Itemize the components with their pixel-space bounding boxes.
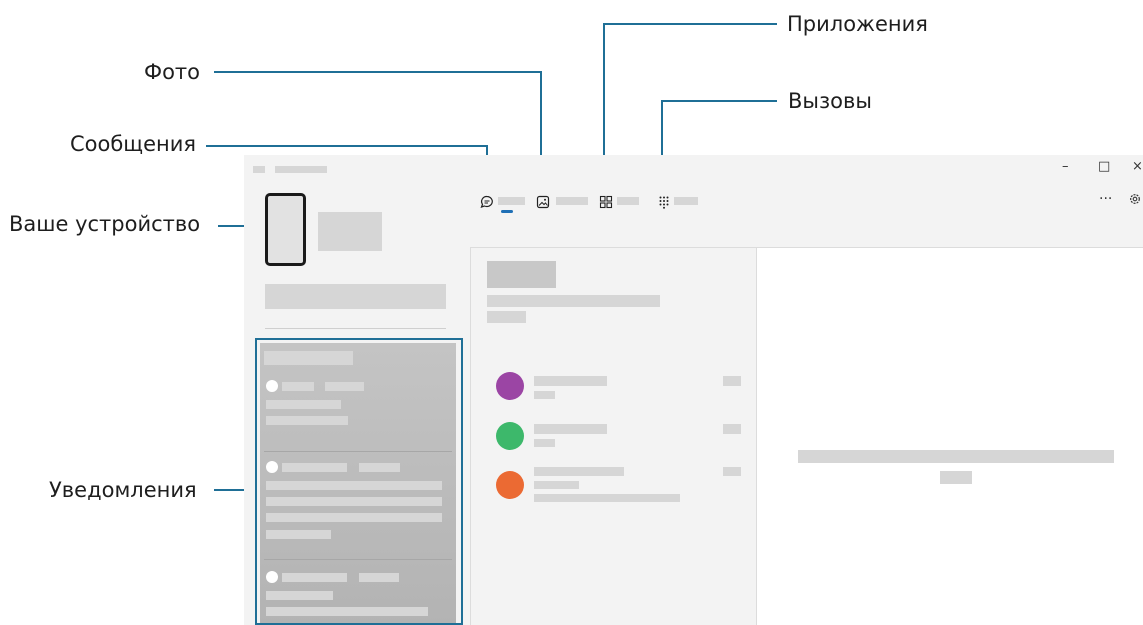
empty-state-button: [940, 471, 972, 484]
notification-line: [266, 481, 442, 490]
conversations-pane: [470, 247, 756, 625]
maximize-button[interactable]: □: [1098, 159, 1110, 175]
message-time: [723, 467, 741, 476]
notification-title: [282, 463, 347, 472]
minimize-button[interactable]: –: [1062, 159, 1069, 175]
gear-icon[interactable]: [1128, 192, 1142, 206]
tab-apps[interactable]: [599, 193, 649, 217]
contact-name: [534, 376, 607, 386]
app-title: [275, 166, 327, 173]
dialpad-icon: [659, 196, 669, 209]
phone-icon[interactable]: [265, 193, 306, 266]
tab-calls-label: [674, 197, 698, 205]
device-divider: [265, 328, 446, 329]
app-logo: [253, 166, 265, 173]
notification-line: [266, 400, 341, 409]
callout-photos: Фото: [144, 60, 201, 84]
device-name-placeholder: [318, 212, 382, 251]
conversations-subtitle: [487, 295, 660, 307]
notification-time: [359, 463, 400, 472]
app-window: – □ × ···: [244, 155, 1143, 625]
notification-line: [266, 591, 333, 600]
notifications-header: [264, 351, 353, 365]
notification-divider: [264, 559, 452, 560]
contact-avatar: [496, 372, 524, 400]
notification-app-icon: [266, 461, 278, 473]
conversations-title: [487, 261, 556, 288]
message-preview: [534, 481, 579, 489]
notification-line: [266, 416, 348, 425]
notification-title: [282, 382, 314, 391]
device-status-placeholder: [265, 284, 446, 309]
title-bar: – □ ×: [244, 155, 1143, 185]
contact-name: [534, 467, 624, 476]
active-tab-indicator: [501, 210, 513, 213]
notification-app-icon: [266, 571, 278, 583]
empty-state-text: [798, 450, 1114, 463]
callout-apps: Приложения: [787, 12, 928, 36]
tab-photos-label: [556, 197, 588, 205]
notification-time: [325, 382, 364, 391]
close-button[interactable]: ×: [1132, 159, 1143, 175]
contact-avatar: [496, 422, 524, 450]
contact-name: [534, 424, 607, 434]
notification-line: [266, 530, 331, 539]
conversation-detail-pane: [756, 247, 1143, 625]
notification-app-icon: [266, 380, 278, 392]
notification-divider: [264, 451, 452, 452]
chat-bubble-icon: [480, 195, 493, 208]
tab-calls[interactable]: [657, 193, 703, 217]
image-icon: [536, 195, 550, 209]
message-preview: [534, 391, 555, 399]
tab-photos[interactable]: [536, 193, 596, 217]
notification-line: [266, 497, 442, 506]
message-time: [723, 376, 741, 386]
contact-avatar: [496, 471, 524, 499]
callout-messages: Сообщения: [70, 132, 197, 156]
callout-calls: Вызовы: [788, 89, 872, 113]
message-time: [723, 424, 741, 434]
notification-line: [266, 513, 442, 522]
tab-messages-label: [498, 197, 525, 205]
callout-line-calls: [661, 100, 777, 102]
callout-line-apps: [603, 23, 777, 25]
callout-line-messages: [206, 145, 488, 147]
tab-messages[interactable]: [480, 193, 536, 217]
notification-line: [266, 607, 428, 616]
more-options-button[interactable]: ···: [1099, 191, 1112, 207]
message-preview: [534, 439, 555, 447]
callout-line-photos: [214, 71, 542, 73]
callout-notifications: Уведомления: [49, 478, 197, 502]
grid-icon: [599, 195, 613, 209]
conversations-subtitle-2: [487, 311, 526, 323]
notification-time: [359, 573, 399, 582]
notifications-panel: [260, 343, 456, 625]
message-preview-2: [534, 494, 680, 502]
notification-title: [282, 573, 347, 582]
callout-your-device: Ваше устройство: [9, 212, 201, 236]
tab-apps-label: [617, 197, 639, 205]
device-pane: [244, 185, 469, 625]
